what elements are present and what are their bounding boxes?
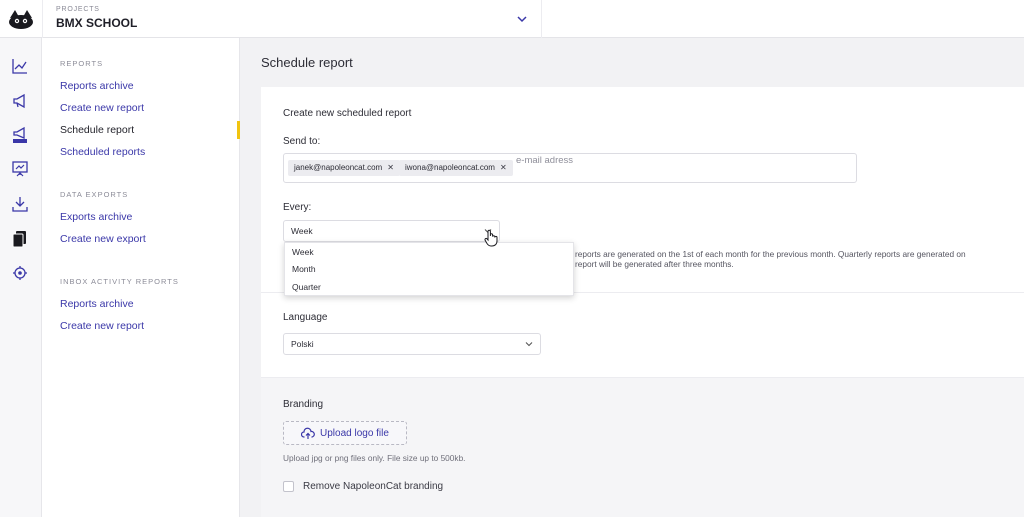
nav-link-reports-archive[interactable]: Reports archive bbox=[60, 80, 134, 92]
remove-branding-label[interactable]: Remove NapoleonCat branding bbox=[303, 481, 443, 492]
recipient-chip[interactable]: iwona@napoleoncat.com ✕ bbox=[399, 160, 513, 176]
reports-icon[interactable] bbox=[11, 230, 29, 248]
project-caption: PROJECTS bbox=[56, 6, 100, 13]
nav-heading-data-exports: DATA EXPORTS bbox=[60, 190, 129, 199]
frequency-select[interactable]: Week bbox=[283, 220, 500, 242]
project-switcher[interactable]: PROJECTS BMX SCHOOL bbox=[42, 0, 542, 38]
language-select[interactable]: Polski bbox=[283, 333, 541, 355]
recipient-email: janek@napoleoncat.com bbox=[294, 163, 383, 172]
new-campaign-icon[interactable] bbox=[11, 126, 29, 144]
analytics-icon[interactable] bbox=[11, 57, 29, 75]
branding-label: Branding bbox=[283, 399, 324, 410]
section-divider bbox=[261, 377, 1024, 378]
nav-link-exports-archive[interactable]: Exports archive bbox=[60, 211, 132, 223]
nav-link-schedule-report[interactable]: Schedule report bbox=[60, 124, 134, 136]
recipient-email: iwona@napoleoncat.com bbox=[405, 163, 495, 172]
language-selected-value: Polski bbox=[291, 339, 314, 349]
frequency-info-text: reports are generated on the 1st of each… bbox=[575, 249, 1015, 269]
language-label: Language bbox=[283, 312, 328, 323]
remove-recipient-icon[interactable]: ✕ bbox=[500, 163, 507, 172]
upload-logo-label: Upload logo file bbox=[320, 428, 389, 439]
email-input-placeholder[interactable]: e-mail adress bbox=[516, 155, 573, 166]
nav-link-create-new-report[interactable]: Create new report bbox=[60, 102, 144, 114]
nav-link-scheduled-reports[interactable]: Scheduled reports bbox=[60, 146, 145, 158]
icon-rail bbox=[0, 38, 42, 517]
schedule-report-form: Create new scheduled report Send to: jan… bbox=[261, 87, 1024, 517]
chevron-down-icon[interactable] bbox=[524, 339, 534, 349]
nav-heading-reports: REPORTS bbox=[60, 59, 104, 68]
nav-link-inbox-create-new-report[interactable]: Create new report bbox=[60, 320, 144, 332]
frequency-dropdown: Week Month Quarter bbox=[284, 242, 574, 296]
cloud-upload-icon bbox=[301, 427, 315, 439]
recipients-field[interactable]: janek@napoleoncat.com ✕ iwona@napoleoncat… bbox=[283, 153, 857, 183]
upload-hint: Upload jpg or png files only. File size … bbox=[283, 453, 466, 463]
info-line: report will be generated after three mon… bbox=[575, 258, 734, 269]
presentation-icon[interactable] bbox=[11, 160, 29, 178]
every-label: Every: bbox=[283, 202, 312, 213]
reports-navigation: REPORTS Reports archive Create new repor… bbox=[42, 38, 240, 517]
team-settings-icon[interactable] bbox=[11, 264, 29, 282]
branding-section-background bbox=[261, 377, 1024, 517]
nav-link-inbox-reports-archive[interactable]: Reports archive bbox=[60, 298, 134, 310]
nav-link-create-new-export[interactable]: Create new export bbox=[60, 233, 146, 245]
megaphone-icon[interactable] bbox=[11, 92, 29, 110]
frequency-option-quarter[interactable]: Quarter bbox=[292, 282, 321, 292]
top-bar: PROJECTS BMX SCHOOL bbox=[0, 0, 1024, 38]
chevron-down-icon[interactable] bbox=[515, 12, 529, 26]
frequency-selected-value: Week bbox=[291, 226, 313, 236]
recipient-chip[interactable]: janek@napoleoncat.com ✕ bbox=[288, 160, 400, 176]
active-nav-marker bbox=[237, 121, 240, 139]
page-title: Schedule report bbox=[261, 55, 353, 70]
remove-recipient-icon[interactable]: ✕ bbox=[387, 163, 394, 172]
form-title: Create new scheduled report bbox=[283, 108, 412, 119]
download-icon[interactable] bbox=[11, 195, 29, 213]
nav-heading-inbox-activity: INBOX ACTIVITY REPORTS bbox=[60, 277, 179, 286]
frequency-option-week[interactable]: Week bbox=[292, 247, 314, 257]
project-name: BMX SCHOOL bbox=[56, 16, 138, 30]
remove-branding-checkbox[interactable] bbox=[283, 481, 294, 492]
napoleoncat-logo-icon[interactable] bbox=[0, 0, 42, 38]
upload-logo-button[interactable]: Upload logo file bbox=[283, 421, 407, 445]
frequency-option-month[interactable]: Month bbox=[292, 264, 316, 274]
send-to-label: Send to: bbox=[283, 136, 321, 147]
hand-cursor-icon bbox=[484, 229, 498, 247]
